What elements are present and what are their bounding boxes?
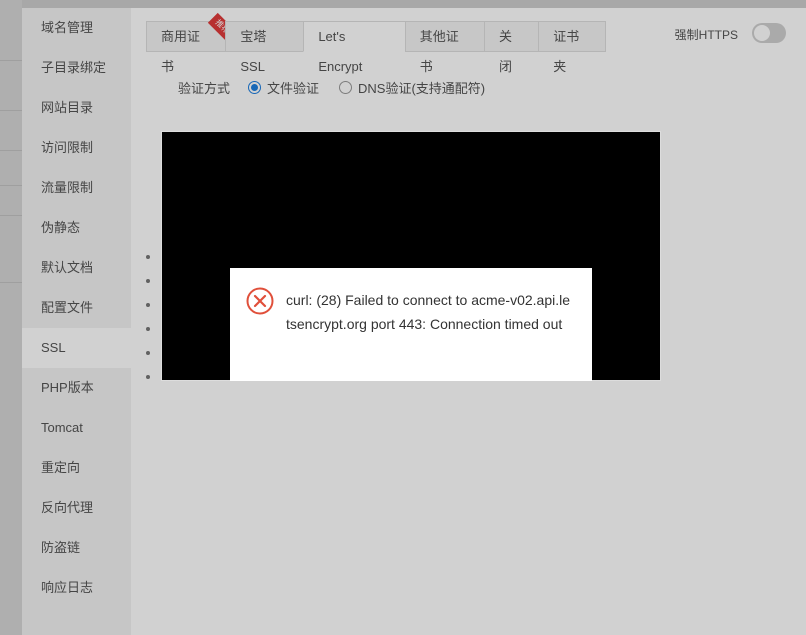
error-circle-icon <box>246 287 274 315</box>
error-message-text: curl: (28) Failed to connect to acme-v02… <box>286 292 571 332</box>
error-message-box: curl: (28) Failed to connect to acme-v02… <box>230 268 592 381</box>
